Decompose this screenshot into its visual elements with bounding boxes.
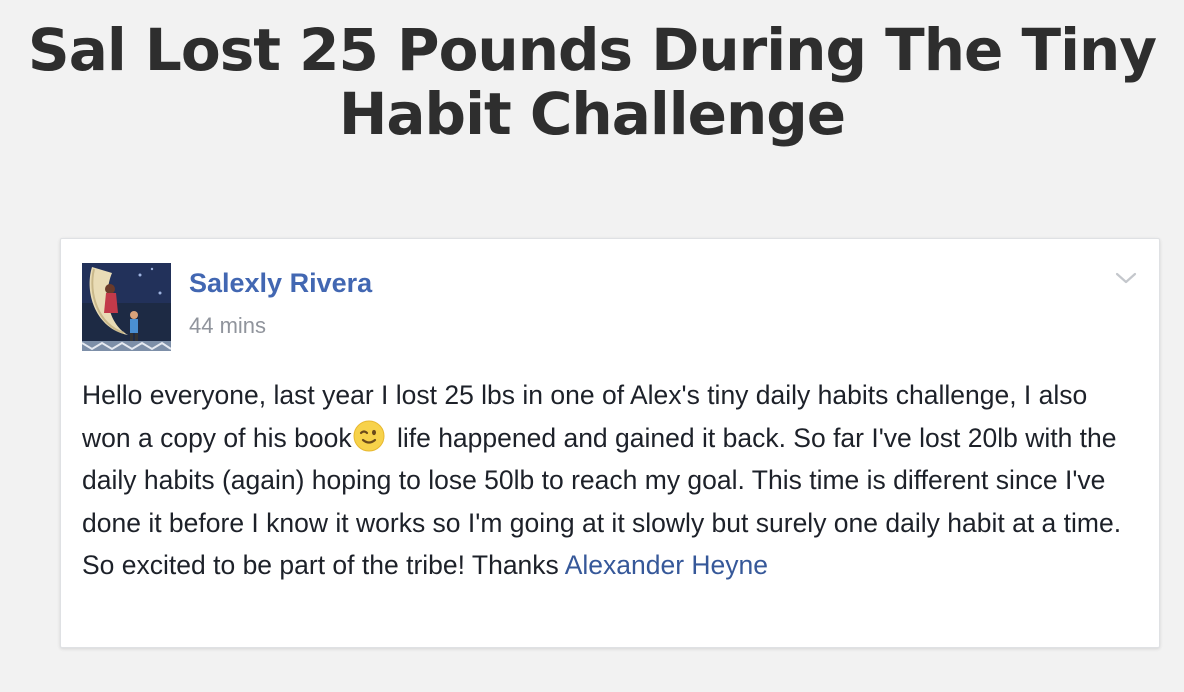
mention-link[interactable]: Alexander Heyne (565, 550, 768, 580)
post-options-button[interactable] (1111, 265, 1141, 291)
winking-face-emoji-icon (352, 419, 386, 453)
chevron-down-icon (1115, 272, 1137, 284)
author-name-link[interactable]: Salexly Rivera (189, 267, 372, 299)
author-avatar[interactable] (82, 263, 171, 351)
facebook-post-card: Salexly Rivera 44 mins Hello everyone, l… (60, 238, 1160, 648)
post-timestamp[interactable]: 44 mins (189, 313, 266, 339)
avatar-photo (82, 263, 171, 351)
post-body: Hello everyone, last year I lost 25 lbs … (82, 374, 1142, 587)
page-title: Sal Lost 25 Pounds During The Tiny Habit… (27, 16, 1157, 148)
